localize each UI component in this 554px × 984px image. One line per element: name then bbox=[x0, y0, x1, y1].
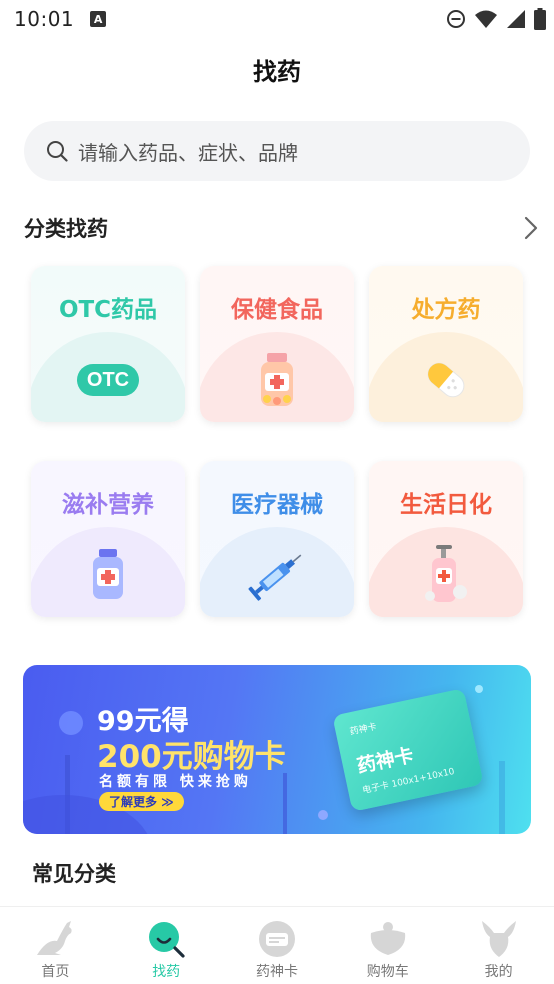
signal-icon bbox=[507, 10, 525, 28]
status-right-icons bbox=[446, 8, 546, 30]
notification-a-icon: A bbox=[90, 11, 107, 27]
learn-more-button[interactable]: 了解更多 ≫ bbox=[99, 792, 184, 811]
battery-icon bbox=[534, 8, 546, 30]
otc-badge-text: OTC bbox=[86, 368, 130, 391]
category-section-header[interactable]: 分类找药 bbox=[24, 210, 538, 246]
page-title: 找药 bbox=[253, 58, 301, 86]
banner-offer: 200元购物卡 bbox=[97, 739, 286, 775]
supplement-bottle-icon bbox=[200, 348, 354, 412]
tab-find-medicine[interactable]: 找药 bbox=[111, 907, 222, 984]
search-input[interactable]: 请输入药品、症状、品牌 bbox=[78, 137, 298, 166]
tab-home[interactable]: 首页 bbox=[0, 907, 111, 984]
tab-label: 首页 bbox=[41, 964, 70, 980]
category-label: OTC药品 bbox=[58, 297, 158, 323]
tab-label: 购物车 bbox=[366, 964, 409, 980]
do-not-disturb-icon bbox=[447, 10, 465, 28]
nutrition-bottle-icon bbox=[31, 543, 185, 607]
search-find-icon bbox=[144, 919, 188, 959]
bottom-tab-bar: 首页 找药 药神卡 购物车 我的 bbox=[0, 906, 554, 984]
capsule-icon bbox=[369, 348, 523, 412]
kangaroo-home-icon bbox=[33, 919, 77, 959]
category-card-nutrition[interactable]: 滋补营养 bbox=[31, 461, 185, 617]
search-bar[interactable]: 请输入药品、症状、品牌 bbox=[24, 121, 530, 181]
tab-label: 我的 bbox=[484, 964, 513, 980]
profile-icon bbox=[477, 919, 521, 959]
category-card-prescription[interactable]: 处方药 bbox=[369, 266, 523, 422]
category-card-otc[interactable]: OTC药品 OTC bbox=[31, 266, 185, 422]
banner-subtext: 名额有限 快来抢购 bbox=[99, 774, 252, 790]
wifi-icon bbox=[475, 10, 497, 28]
tab-label: 药神卡 bbox=[255, 964, 298, 980]
cart-icon bbox=[366, 919, 410, 959]
pump-bottle-icon bbox=[369, 543, 523, 607]
status-bar: 10:01 A bbox=[0, 0, 554, 38]
common-section-title: 常见分类 bbox=[32, 862, 116, 886]
category-label: 保健食品 bbox=[231, 297, 323, 323]
otc-badge-icon: OTC bbox=[31, 348, 185, 412]
category-label: 处方药 bbox=[411, 297, 481, 323]
category-card-health-food[interactable]: 保健食品 bbox=[200, 266, 354, 422]
search-icon bbox=[47, 141, 68, 162]
chevron-right-icon[interactable] bbox=[524, 216, 538, 240]
medicine-card-icon bbox=[255, 919, 299, 959]
card-brand: 药神卡 bbox=[349, 722, 378, 738]
category-card-daily-chemicals[interactable]: 生活日化 bbox=[369, 461, 523, 617]
category-section-title: 分类找药 bbox=[24, 217, 108, 241]
tab-cart[interactable]: 购物车 bbox=[332, 907, 443, 984]
tab-profile[interactable]: 我的 bbox=[443, 907, 554, 984]
tab-label: 找药 bbox=[152, 964, 181, 980]
promo-banner[interactable]: 99元得 200元购物卡 名额有限 快来抢购 了解更多 ≫ 药神卡 药神卡 电子… bbox=[23, 665, 531, 834]
category-label: 医疗器械 bbox=[231, 492, 323, 518]
category-label: 滋补营养 bbox=[62, 492, 154, 518]
status-time: 10:01 bbox=[14, 7, 75, 31]
syringe-icon bbox=[200, 543, 354, 607]
tab-medicine-card[interactable]: 药神卡 bbox=[222, 907, 333, 984]
category-label: 生活日化 bbox=[400, 492, 492, 518]
category-card-medical-devices[interactable]: 医疗器械 bbox=[200, 461, 354, 617]
